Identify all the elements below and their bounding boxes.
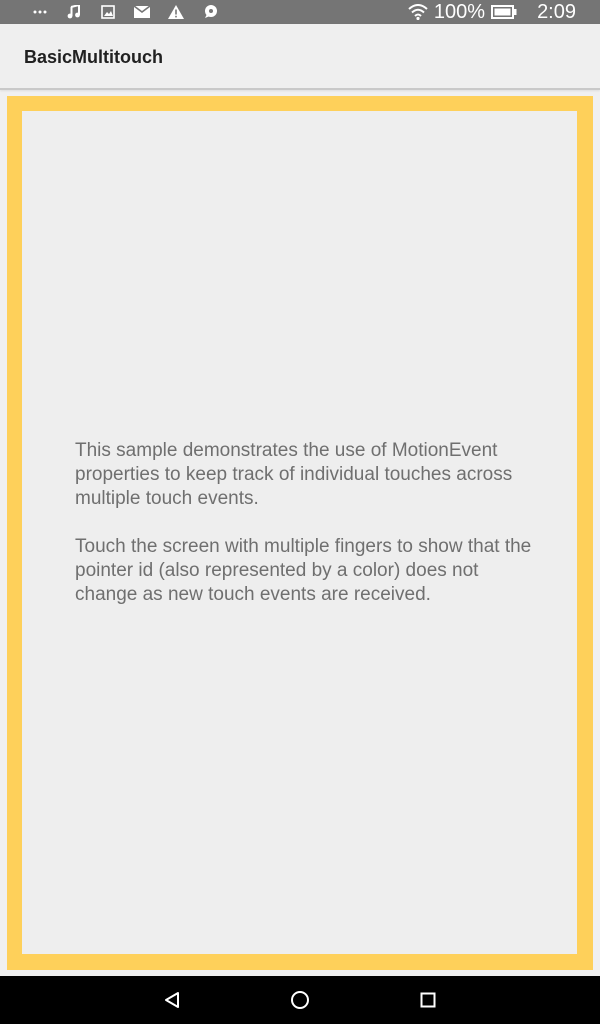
battery-icon — [491, 5, 517, 19]
touch-frame: This sample demonstrates the use of Moti… — [7, 96, 593, 970]
recents-button[interactable] — [404, 976, 452, 1024]
battery-percent: 100% — [433, 1, 486, 23]
mail-icon — [132, 2, 152, 22]
image-icon — [98, 2, 118, 22]
home-icon — [290, 990, 310, 1010]
clock: 2:09 — [537, 1, 576, 23]
more-dots-icon — [30, 2, 50, 22]
intro-text: This sample demonstrates the use of Moti… — [75, 439, 545, 607]
navigation-bar — [0, 976, 600, 1024]
notification-icons — [30, 0, 220, 24]
system-status: 100% 2:09 — [408, 0, 576, 24]
recents-icon — [420, 992, 436, 1008]
intro-paragraph-1: This sample demonstrates the use of Moti… — [75, 440, 513, 509]
back-button[interactable] — [148, 976, 196, 1024]
app-title: BasicMultitouch — [24, 47, 164, 67]
app-bar: BasicMultitouch — [0, 24, 600, 90]
back-icon — [163, 991, 181, 1009]
warning-icon — [166, 2, 186, 22]
intro-paragraph-2: Touch the screen with multiple fingers t… — [75, 536, 532, 605]
multitouch-canvas[interactable]: This sample demonstrates the use of Moti… — [22, 111, 577, 954]
home-button[interactable] — [276, 976, 324, 1024]
music-note-icon — [64, 2, 84, 22]
wifi-icon — [408, 4, 428, 20]
chat-bubble-icon — [200, 2, 220, 22]
status-bar: 100% 2:09 — [0, 0, 600, 24]
